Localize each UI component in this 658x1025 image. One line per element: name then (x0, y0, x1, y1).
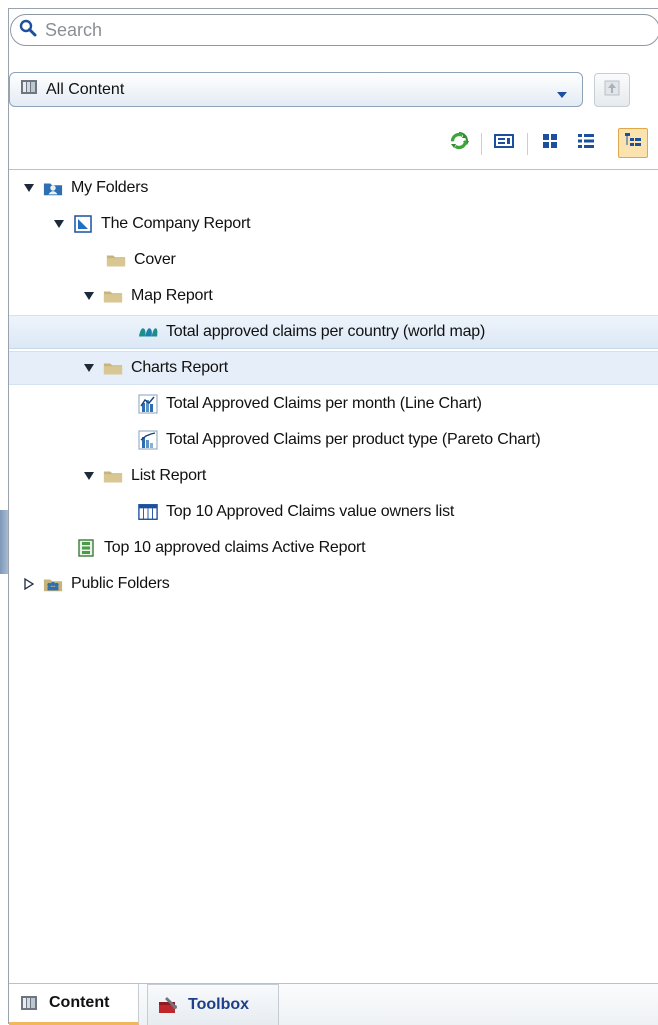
scope-dropdown-value: All Content (46, 80, 125, 98)
expanded-triangle-icon[interactable] (83, 470, 95, 482)
tree-item-label: The Company Report (101, 215, 251, 232)
up-level-button[interactable] (594, 73, 630, 107)
map-icon (138, 323, 158, 341)
toolbar-separator (481, 133, 482, 155)
search-input[interactable] (43, 18, 607, 42)
tree-item-label: Cover (134, 251, 176, 268)
tree-item-label: List Report (131, 467, 207, 484)
expanded-triangle-icon[interactable] (53, 218, 65, 230)
search-box[interactable] (10, 14, 658, 46)
tree-item-line-chart-claims[interactable]: Total Approved Claims per month (Line Ch… (9, 387, 658, 421)
tab-content-label: Content (49, 994, 110, 1011)
my-folders-icon (43, 179, 63, 197)
pane-resize-handle[interactable] (0, 510, 8, 574)
folder-icon (103, 287, 123, 305)
content-store-icon (20, 78, 38, 101)
list-report-icon (138, 503, 158, 521)
thumbnail-view-icon (542, 133, 558, 154)
tree-view-icon (624, 132, 642, 155)
properties-icon (494, 133, 514, 154)
tab-toolbox[interactable]: Toolbox (147, 984, 279, 1025)
chevron-down-icon (556, 86, 568, 104)
up-level-icon (602, 78, 622, 103)
bottom-tab-bar: Content Toolbox (9, 983, 658, 1025)
tree-item-charts-report[interactable]: Charts Report (9, 351, 658, 385)
tree-item-label: Top 10 Approved Claims value owners list (166, 503, 455, 520)
toolbox-icon (158, 996, 178, 1014)
tree-item-my-folders[interactable]: My Folders (9, 171, 658, 205)
tree-item-cover[interactable]: Cover (9, 243, 658, 277)
tree-item-list-report[interactable]: List Report (9, 459, 658, 493)
tab-content[interactable]: Content (9, 984, 139, 1025)
tree-item-world-map-claims[interactable]: Total approved claims per country (world… (9, 315, 658, 349)
expanded-triangle-icon[interactable] (23, 182, 35, 194)
tree-item-label: My Folders (71, 179, 149, 196)
scope-dropdown[interactable]: All Content (9, 72, 583, 107)
thumbnail-view-button[interactable] (537, 130, 563, 156)
tree-item-label: Total approved claims per country (world… (166, 323, 486, 340)
report-package-icon (73, 215, 93, 233)
tree-item-pareto-chart-claims[interactable]: Total Approved Claims per product type (… (9, 423, 658, 457)
tree-item-public-folders[interactable]: Public Folders (9, 567, 658, 601)
tree-item-label: Top 10 approved claims Active Report (104, 539, 366, 556)
line-chart-icon (138, 394, 158, 414)
tree-item-label: Map Report (131, 287, 213, 304)
view-toolbar (440, 127, 658, 161)
tree-item-company-report[interactable]: The Company Report (9, 207, 658, 241)
tree-view-button[interactable] (618, 128, 648, 158)
tree-item-label: Public Folders (71, 575, 170, 592)
active-report-icon (76, 539, 96, 557)
collapsed-triangle-icon[interactable] (23, 578, 35, 590)
toolbar-separator (527, 133, 528, 155)
refresh-button[interactable] (446, 130, 472, 156)
tree-item-label: Total Approved Claims per product type (… (166, 431, 541, 448)
search-icon (19, 19, 37, 42)
tree-item-label: Total Approved Claims per month (Line Ch… (166, 395, 482, 412)
content-store-icon (19, 994, 39, 1012)
list-view-button[interactable] (573, 130, 599, 156)
properties-button[interactable] (491, 130, 517, 156)
pareto-chart-icon (138, 430, 158, 450)
folder-icon (103, 467, 123, 485)
folder-icon (103, 359, 123, 377)
expanded-triangle-icon[interactable] (83, 362, 95, 374)
public-folders-icon (43, 575, 63, 593)
toolbar-divider (9, 169, 658, 170)
tree-item-active-report[interactable]: Top 10 approved claims Active Report (9, 531, 658, 565)
tree-item-label: Charts Report (131, 359, 228, 376)
list-view-icon (577, 133, 595, 154)
expanded-triangle-icon[interactable] (83, 290, 95, 302)
tree-item-top10-owners-list[interactable]: Top 10 Approved Claims value owners list (9, 495, 658, 529)
refresh-icon (449, 131, 469, 156)
folder-icon (106, 251, 126, 269)
tree-item-map-report[interactable]: Map Report (9, 279, 658, 313)
tab-toolbox-label: Toolbox (188, 996, 250, 1013)
